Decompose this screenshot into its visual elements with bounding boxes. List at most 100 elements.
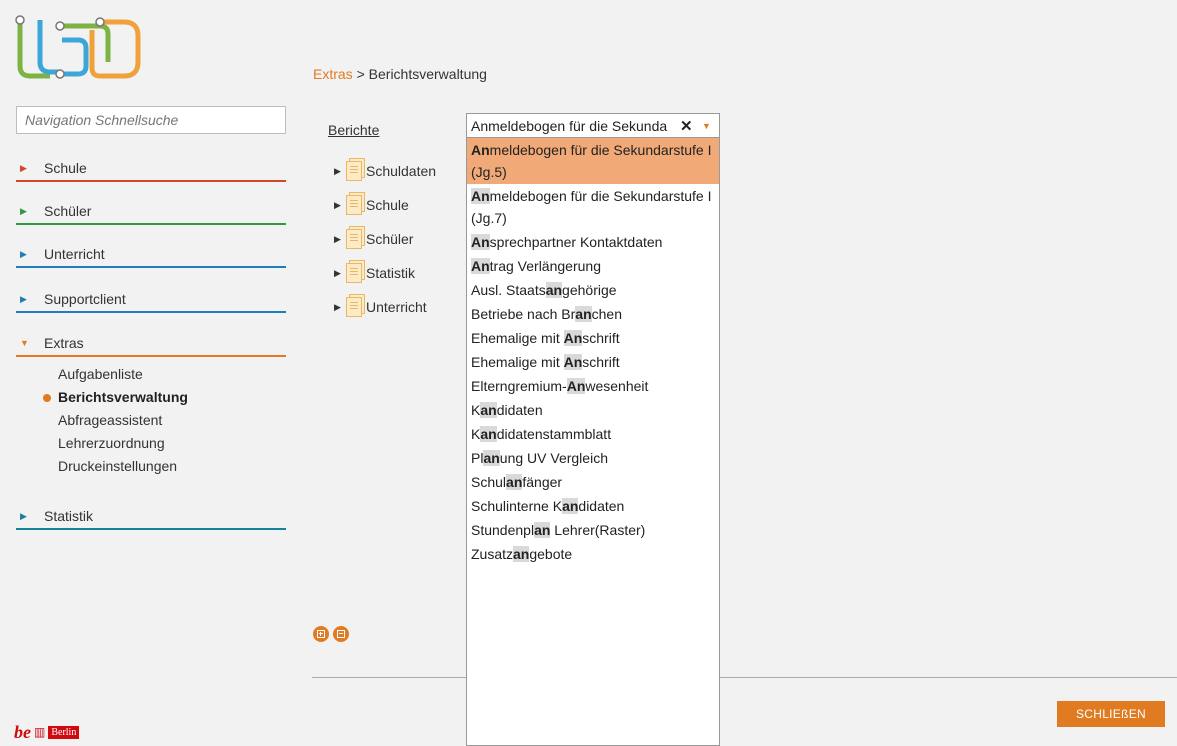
berlin-tag: Berlin bbox=[48, 725, 80, 739]
tree-node-schueler[interactable]: ▶ Schüler bbox=[334, 222, 436, 256]
sidebar-item-abfrageassistent[interactable]: Abfrageassistent bbox=[16, 409, 286, 432]
sidebar-item-lehrerzuordnung[interactable]: Lehrerzuordnung bbox=[16, 432, 286, 455]
dropdown-option[interactable]: Stundenplan Lehrer(Raster) bbox=[467, 518, 719, 542]
tree-node-schuldaten[interactable]: ▶ Schuldaten bbox=[334, 154, 436, 188]
tree-node-label: Schule bbox=[366, 197, 409, 213]
document-icon bbox=[346, 297, 362, 317]
document-icon bbox=[346, 161, 362, 181]
search-match-highlight: An bbox=[563, 330, 583, 346]
plus-icon bbox=[317, 630, 325, 638]
tree-node-label: Unterricht bbox=[366, 299, 427, 315]
nav-head-extras[interactable]: ▼ Extras bbox=[16, 331, 286, 357]
search-match-highlight: An bbox=[471, 234, 490, 250]
sidebar-item-aufgabenliste[interactable]: Aufgabenliste bbox=[16, 363, 286, 386]
nav-label-extras: Extras bbox=[44, 335, 84, 351]
search-match-highlight: an bbox=[480, 426, 497, 442]
expand-all-button[interactable] bbox=[313, 626, 329, 642]
berlin-logo: be ▥ Berlin bbox=[14, 721, 80, 742]
report-select[interactable]: Anmeldebogen für die Sekunda ✕ ▼ bbox=[466, 113, 720, 138]
report-dropdown-list: Anmeldebogen für die Sekundarstufe I (Jg… bbox=[466, 138, 720, 746]
dropdown-option[interactable]: Betriebe nach Branchen bbox=[467, 302, 719, 326]
dropdown-option[interactable]: Kandidatenstammblatt bbox=[467, 422, 719, 446]
dropdown-option[interactable]: Anmeldebogen für die Sekundarstufe I (Jg… bbox=[467, 184, 719, 230]
expand-triangle-icon[interactable]: ▶ bbox=[334, 302, 346, 313]
search-match-highlight: An bbox=[471, 188, 490, 204]
search-match-highlight: an bbox=[575, 306, 592, 322]
dropdown-option[interactable]: Zusatzangebote bbox=[467, 542, 719, 566]
sidebar-item-berichtsverwaltung[interactable]: Berichtsverwaltung bbox=[16, 386, 286, 409]
report-tree: ▶ Schuldaten ▶ Schule ▶ Schüler ▶ Statis… bbox=[334, 154, 436, 324]
caret-right-icon: ▶ bbox=[20, 248, 27, 259]
sidebar-item-label: Berichtsverwaltung bbox=[58, 389, 188, 405]
search-match-highlight: An bbox=[471, 142, 490, 158]
breadcrumb-separator: > bbox=[352, 66, 369, 82]
dropdown-option[interactable]: Planung UV Vergleich bbox=[467, 446, 719, 470]
dropdown-option[interactable]: Ehemalige mit Anschrift bbox=[467, 350, 719, 374]
caret-right-icon: ▶ bbox=[20, 293, 27, 304]
search-match-highlight: an bbox=[480, 402, 497, 418]
schliessen-button[interactable]: SCHLIEßEN bbox=[1057, 701, 1165, 727]
expand-triangle-icon[interactable]: ▶ bbox=[334, 166, 346, 177]
nav-label-supportclient: Supportclient bbox=[44, 291, 126, 307]
search-match-highlight: An bbox=[471, 258, 490, 274]
nav-label-schule: Schule bbox=[44, 160, 87, 176]
caret-right-icon: ▶ bbox=[20, 510, 27, 521]
tree-node-unterricht[interactable]: ▶ Unterricht bbox=[334, 290, 436, 324]
tree-node-label: Statistik bbox=[366, 265, 416, 281]
nav-section-schule[interactable]: ▶ Schule bbox=[16, 156, 286, 182]
sidebar-item-druckeinstellungen[interactable]: Druckeinstellungen bbox=[16, 455, 286, 478]
dropdown-option[interactable]: Antrag Verlängerung bbox=[467, 254, 719, 278]
usd-logo bbox=[12, 14, 142, 82]
nav-section-extras: ▼ Extras Aufgabenliste Berichtsverwaltun… bbox=[16, 331, 286, 478]
expand-triangle-icon[interactable]: ▶ bbox=[334, 234, 346, 245]
caret-right-icon: ▶ bbox=[20, 205, 27, 216]
collapse-all-button[interactable] bbox=[333, 626, 349, 642]
search-match-highlight: an bbox=[483, 450, 500, 466]
nav-section-schueler[interactable]: ▶ Schüler bbox=[16, 199, 286, 225]
tree-node-statistik[interactable]: ▶ Statistik bbox=[334, 256, 436, 290]
nav-label-unterricht: Unterricht bbox=[44, 246, 105, 262]
search-match-highlight: an bbox=[562, 498, 579, 514]
active-dot-icon bbox=[43, 394, 51, 402]
document-icon bbox=[346, 229, 362, 249]
brandenburg-gate-icon: ▥ bbox=[34, 725, 46, 739]
dropdown-option[interactable]: Ausl. Staatsangehörige bbox=[467, 278, 719, 302]
search-match-highlight: an bbox=[545, 282, 563, 298]
search-match-highlight: An bbox=[566, 378, 586, 394]
nav-section-statistik[interactable]: ▶ Statistik bbox=[16, 504, 286, 530]
caret-right-icon: ▶ bbox=[20, 162, 27, 173]
search-match-highlight: an bbox=[506, 474, 523, 490]
navigation-search-input[interactable] bbox=[16, 106, 286, 134]
expand-triangle-icon[interactable]: ▶ bbox=[334, 268, 346, 279]
search-match-highlight: an bbox=[534, 522, 551, 538]
dropdown-option[interactable]: Kandidaten bbox=[467, 398, 719, 422]
close-icon[interactable]: ✕ bbox=[680, 117, 696, 135]
dropdown-option[interactable]: Ehemalige mit Anschrift bbox=[467, 326, 719, 350]
be-logo-text: be bbox=[14, 721, 31, 742]
breadcrumb: Extras > Berichtsverwaltung bbox=[313, 66, 487, 82]
nav-section-unterricht[interactable]: ▶ Unterricht bbox=[16, 242, 286, 268]
extras-submenu: Aufgabenliste Berichtsverwaltung Abfrage… bbox=[16, 357, 286, 478]
breadcrumb-current: Berichtsverwaltung bbox=[368, 66, 487, 82]
breadcrumb-link-extras[interactable]: Extras bbox=[313, 66, 353, 82]
divider bbox=[312, 677, 1177, 678]
nav-section-supportclient[interactable]: ▶ Supportclient bbox=[16, 287, 286, 313]
tree-node-label: Schuldaten bbox=[366, 163, 437, 179]
dropdown-option[interactable]: Ansprechpartner Kontaktdaten bbox=[467, 230, 719, 254]
document-icon bbox=[346, 263, 362, 283]
nav-label-schueler: Schüler bbox=[44, 203, 92, 219]
dropdown-option[interactable]: Schulinterne Kandidaten bbox=[467, 494, 719, 518]
nav-label-statistik: Statistik bbox=[44, 508, 94, 524]
dropdown-option[interactable]: Schulanfänger bbox=[467, 470, 719, 494]
tree-node-schule[interactable]: ▶ Schule bbox=[334, 188, 436, 222]
report-select-value: Anmeldebogen für die Sekunda bbox=[471, 117, 668, 134]
dropdown-option[interactable]: Anmeldebogen für die Sekundarstufe I (Jg… bbox=[467, 138, 719, 184]
expand-triangle-icon[interactable]: ▶ bbox=[334, 200, 346, 211]
search-match-highlight: An bbox=[563, 354, 583, 370]
berichte-label: Berichte bbox=[328, 122, 380, 138]
chevron-down-icon[interactable]: ▼ bbox=[702, 121, 711, 131]
document-icon bbox=[346, 195, 362, 215]
tree-node-label: Schüler bbox=[366, 231, 414, 247]
dropdown-option[interactable]: Elterngremium-Anwesenheit bbox=[467, 374, 719, 398]
minus-icon bbox=[337, 630, 345, 638]
